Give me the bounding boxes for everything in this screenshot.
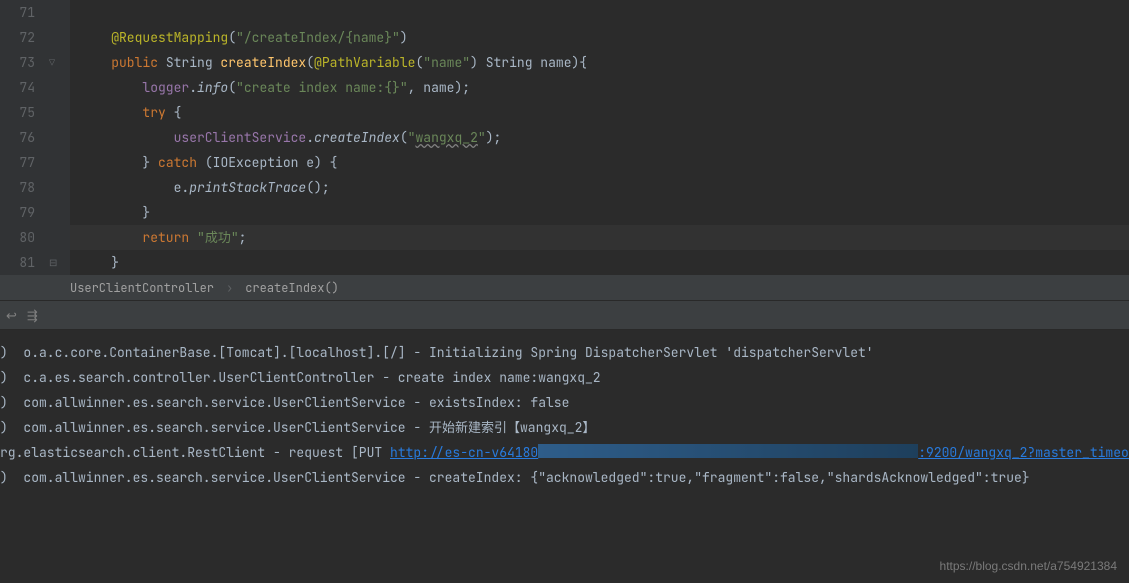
line-number: 80 xyxy=(0,225,35,250)
log-line: ) o.a.c.core.ContainerBase.[Tomcat].[loc… xyxy=(0,340,1129,365)
log-line: ) com.allwinner.es.search.service.UserCl… xyxy=(0,465,1129,490)
console-toolbar: ↩ ⇶ xyxy=(0,300,1129,330)
wrap-icon[interactable]: ↩ xyxy=(6,307,17,324)
override-icon[interactable]: ▽ xyxy=(49,56,55,69)
watermark-text: https://blog.csdn.net/a754921384 xyxy=(940,559,1117,573)
filter-icon[interactable]: ⇶ xyxy=(27,307,38,324)
code-line xyxy=(80,0,1129,25)
code-line: public String createIndex(@PathVariable(… xyxy=(80,50,1129,75)
gutter-icons-column: ▽ ⊟ xyxy=(45,0,70,275)
redacted-block xyxy=(538,444,918,458)
code-editor[interactable]: 71 72 73 74 75 76 77 78 79 80 81 ▽ ⊟ @Re… xyxy=(0,0,1129,275)
line-number: 75 xyxy=(0,100,35,125)
line-number: 79 xyxy=(0,200,35,225)
chevron-right-icon: › xyxy=(226,280,233,296)
code-line: } catch (IOException e) { xyxy=(80,150,1129,175)
breadcrumb-method[interactable]: createIndex() xyxy=(245,280,339,296)
breadcrumb-bar: UserClientController › createIndex() xyxy=(0,275,1129,300)
line-number: 74 xyxy=(0,75,35,100)
log-line: ) com.allwinner.es.search.service.UserCl… xyxy=(0,390,1129,415)
line-number: 76 xyxy=(0,125,35,150)
code-line: } xyxy=(80,200,1129,225)
line-number: 73 xyxy=(0,50,35,75)
code-line: e.printStackTrace(); xyxy=(80,175,1129,200)
log-line: ) c.a.es.search.controller.UserClientCon… xyxy=(0,365,1129,390)
code-line: logger.info("create index name:{}", name… xyxy=(80,75,1129,100)
line-number: 72 xyxy=(0,25,35,50)
breadcrumb-class[interactable]: UserClientController xyxy=(70,280,214,296)
url-link[interactable]: http://es-cn-v64180 xyxy=(390,444,538,461)
collapse-icon[interactable]: ⊟ xyxy=(49,256,57,269)
line-number: 77 xyxy=(0,150,35,175)
line-number-gutter: 71 72 73 74 75 76 77 78 79 80 81 xyxy=(0,0,45,275)
console-output[interactable]: ) o.a.c.core.ContainerBase.[Tomcat].[loc… xyxy=(0,330,1129,490)
code-line: try { xyxy=(80,100,1129,125)
code-content[interactable]: @RequestMapping("/createIndex/{name}") p… xyxy=(70,0,1129,275)
code-line: userClientService.createIndex("wangxq_2"… xyxy=(80,125,1129,150)
log-line: rg.elasticsearch.client.RestClient - req… xyxy=(0,440,1129,465)
line-number: 78 xyxy=(0,175,35,200)
code-line: @RequestMapping("/createIndex/{name}") xyxy=(80,25,1129,50)
line-number: 71 xyxy=(0,0,35,25)
code-line: } xyxy=(80,250,1129,275)
code-line: return "成功"; xyxy=(80,225,1129,250)
line-number: 81 xyxy=(0,250,35,275)
log-line: ) com.allwinner.es.search.service.UserCl… xyxy=(0,415,1129,440)
